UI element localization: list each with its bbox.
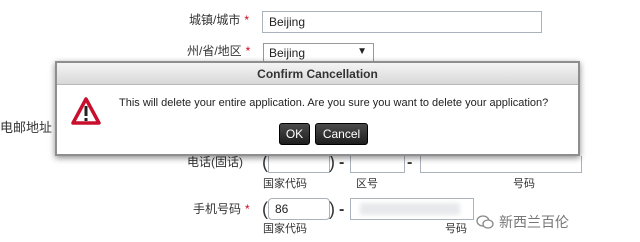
landline-area-code-input[interactable] (350, 156, 405, 173)
required-mark: * (244, 13, 250, 27)
dash: - (339, 201, 345, 218)
mobile-number-label: 号码 (445, 223, 467, 235)
email-address-label: 电邮地址 (0, 120, 53, 135)
state-label: 州/省/地区 * (187, 44, 251, 58)
landline-number-input[interactable] (420, 156, 582, 173)
cancel-button[interactable]: Cancel (315, 123, 368, 145)
watermark-text: 新西兰百伦 (499, 214, 569, 230)
ok-button[interactable]: OK (279, 123, 310, 145)
area-code-label: 区号 (356, 178, 378, 190)
redacted-number (360, 203, 460, 215)
city-input[interactable]: Beijing (262, 11, 542, 33)
dash: - (339, 154, 345, 171)
close-paren: ) (329, 199, 335, 219)
mobile-label: 手机号码 * (193, 202, 250, 216)
wechat-icon (476, 215, 494, 229)
confirm-cancellation-dialog: Confirm Cancellation This will delete yo… (55, 61, 580, 156)
dialog-body: This will delete your entire application… (57, 85, 578, 154)
dropdown-arrow-icon: ▼ (357, 46, 367, 57)
dialog-message: This will delete your entire application… (119, 97, 549, 109)
dialog-title: Confirm Cancellation (57, 63, 578, 85)
state-select[interactable]: Beijing ▼ (263, 43, 374, 63)
required-mark: * (245, 202, 250, 216)
mobile-country-code-input[interactable]: 86 (268, 198, 330, 220)
country-code-label: 国家代码 (263, 178, 307, 190)
mobile-country-code-label: 国家代码 (263, 223, 307, 235)
required-mark: * (245, 44, 251, 58)
warning-icon (71, 97, 101, 125)
landline-country-code-input[interactable] (268, 156, 330, 173)
city-label: 城镇/城市 * (189, 13, 250, 27)
watermark: 新西兰百伦 (476, 212, 569, 232)
dash: - (407, 154, 413, 171)
number-label: 号码 (513, 178, 535, 190)
